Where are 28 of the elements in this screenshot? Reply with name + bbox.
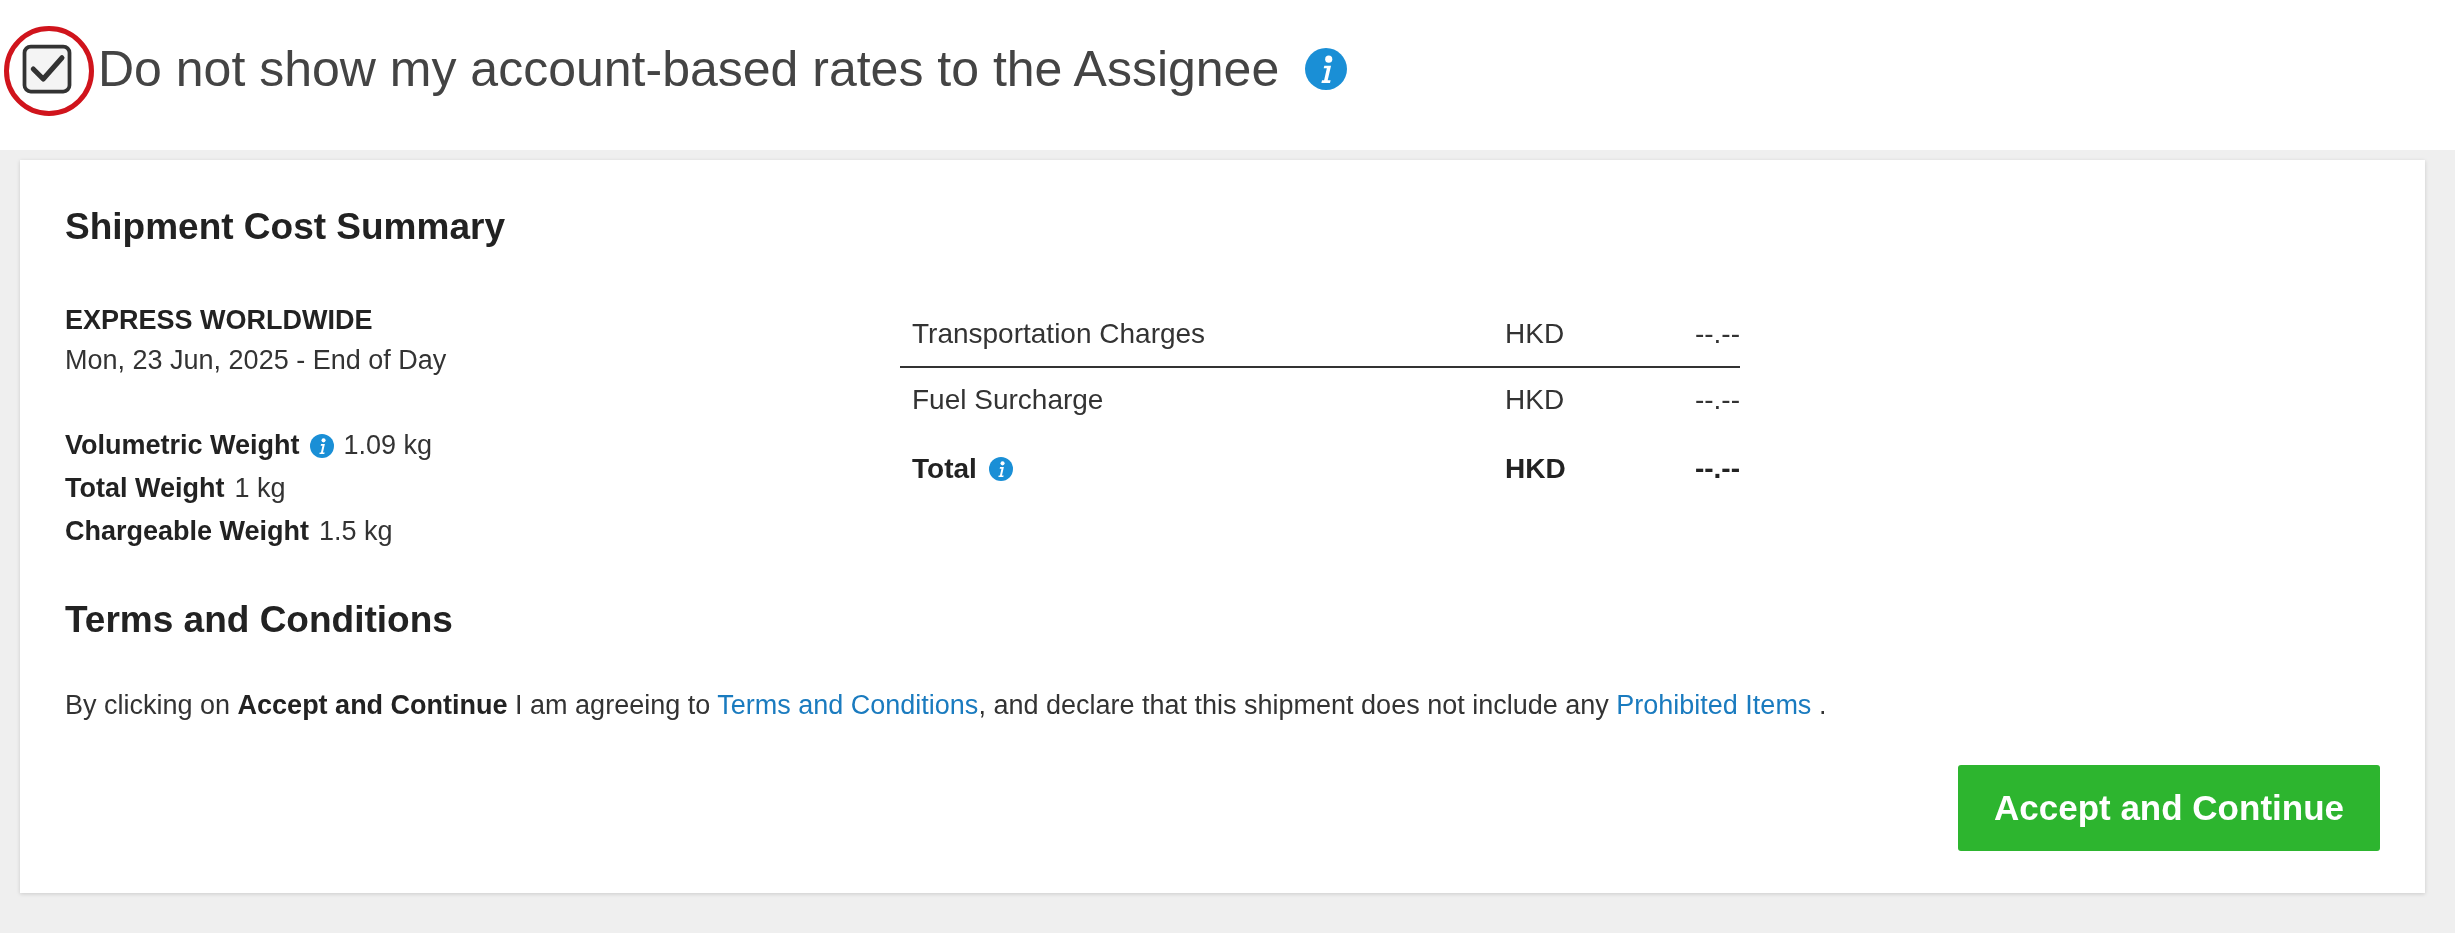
amount-cell-text: --.-- — [1693, 318, 1740, 350]
terms-link[interactable]: Prohibited Items — [1616, 690, 1812, 720]
charge-label: Transportation Charges — [912, 318, 1206, 350]
currency-cell-text: HKD — [1505, 453, 1567, 485]
weight-value: 1.09 kg — [343, 429, 433, 462]
weight-label: Volumetric Weight — [65, 429, 300, 462]
service-name: EXPRESS WORLDWIDE — [65, 304, 374, 337]
info-icon[interactable] — [309, 433, 334, 458]
charge-label: Fuel Surcharge — [912, 384, 1104, 416]
amount-cell-text: --.-- — [1693, 384, 1740, 416]
weight-label: Chargeable Weight — [65, 515, 310, 548]
terms-link[interactable]: Terms and Conditions — [717, 690, 979, 720]
weight-value: 1 kg — [234, 472, 286, 505]
checkbox-label: Do not show my account-based rates to the Assignee — [98, 40, 1280, 98]
weight-label: Total Weight — [65, 472, 225, 505]
charge-label: Total — [912, 453, 977, 485]
checkbox[interactable] — [22, 44, 72, 94]
currency-cell-text: HKD — [1505, 318, 1566, 350]
section-title: Terms and Conditions — [65, 598, 454, 642]
terms-text: By clicking on Accept and Continue I am agreeing to Terms and Conditions, and declare that this shipment does not include any Prohibited Items . — [65, 689, 1828, 722]
info-icon[interactable] — [988, 457, 1013, 481]
currency-cell-text: HKD — [1505, 384, 1566, 416]
weight-value: 1.5 kg — [319, 515, 393, 548]
accept-button[interactable]: Accept and Continue — [1957, 765, 2380, 851]
amount-cell-text: --.-- — [1693, 453, 1740, 485]
delivery-date: Mon, 23 Jun, 2025 - End of Day — [65, 344, 448, 377]
section-title: Shipment Cost Summary — [65, 205, 506, 249]
info-icon[interactable] — [1305, 48, 1348, 90]
